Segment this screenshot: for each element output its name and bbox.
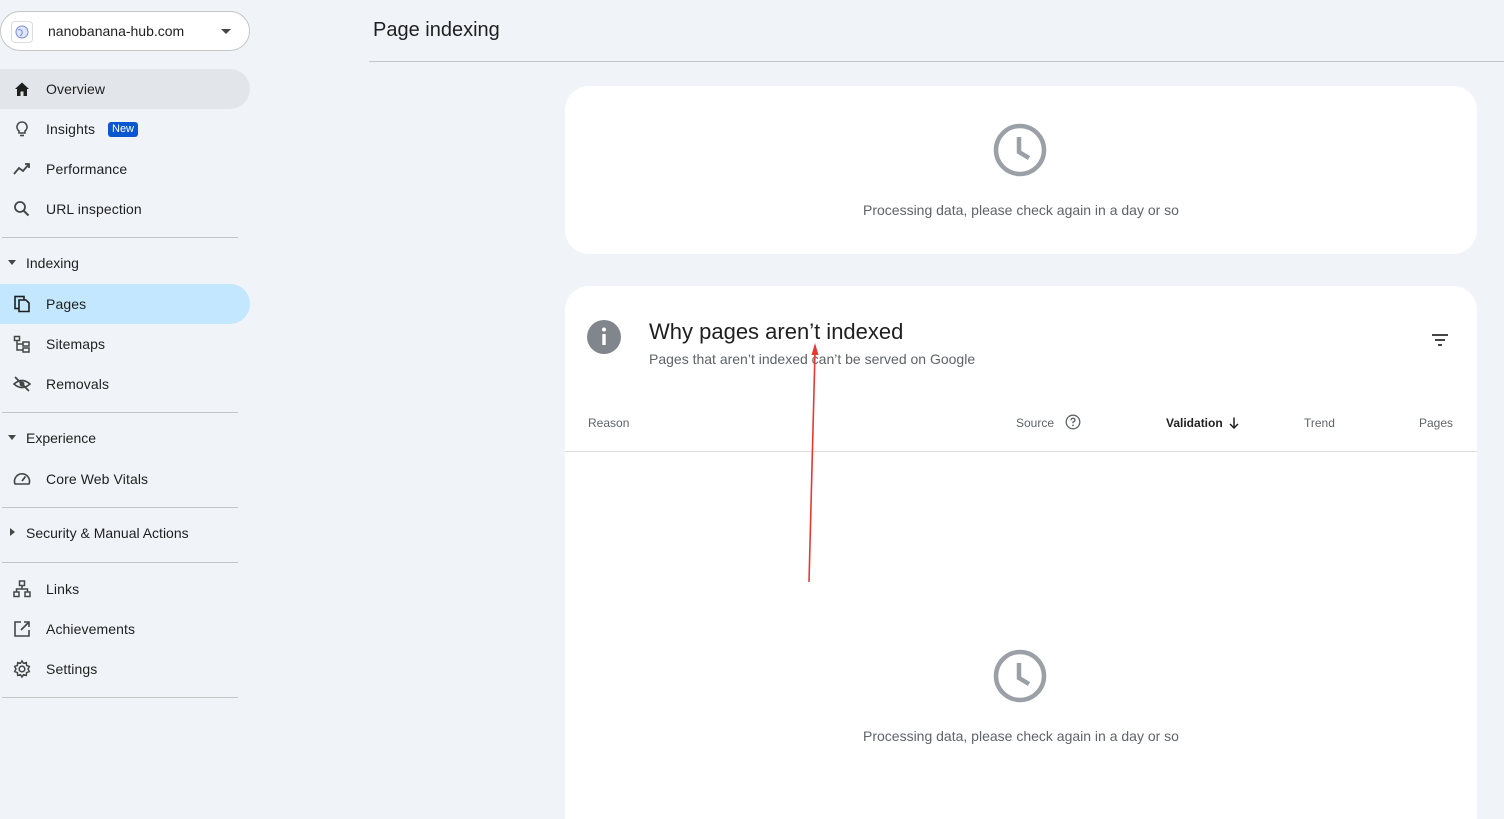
sidebar-item-removals[interactable]: Removals bbox=[0, 364, 250, 404]
column-header-pages[interactable]: Pages bbox=[1419, 416, 1453, 430]
sidebar-item-label: Settings bbox=[46, 661, 98, 677]
speed-icon bbox=[13, 473, 31, 485]
sidebar-item-links[interactable]: Links bbox=[0, 569, 250, 609]
sidebar-item-label: Core Web Vitals bbox=[46, 471, 149, 487]
sidebar-item-label: URL inspection bbox=[46, 201, 142, 217]
pages-icon bbox=[14, 295, 30, 313]
column-header-reason[interactable]: Reason bbox=[588, 416, 629, 430]
arrow-down-icon bbox=[1229, 417, 1239, 430]
new-badge: New bbox=[108, 122, 139, 137]
sidebar-item-overview[interactable]: Overview bbox=[0, 69, 250, 109]
help-icon[interactable] bbox=[1065, 414, 1081, 430]
search-icon bbox=[14, 201, 30, 217]
sidebar-item-url-inspection[interactable]: URL inspection bbox=[0, 189, 250, 229]
header-divider bbox=[369, 61, 1504, 62]
caret-right-icon bbox=[10, 528, 15, 536]
sidebar-item-label: Links bbox=[46, 581, 80, 597]
sidebar-item-label: Insights bbox=[46, 121, 96, 137]
property-selector[interactable]: nanobanana-hub.com bbox=[0, 11, 250, 51]
column-header-source[interactable]: Source bbox=[1016, 416, 1054, 430]
sidebar-item-label: Performance bbox=[46, 161, 128, 177]
sidebar: nanobanana-hub.com Overview Insights New… bbox=[0, 0, 260, 819]
sidebar-item-label: Sitemaps bbox=[46, 336, 106, 352]
processing-message: Processing data, please check again in a… bbox=[863, 728, 1179, 744]
sidebar-divider bbox=[2, 562, 238, 563]
column-header-validation[interactable]: Validation bbox=[1166, 416, 1223, 430]
info-icon bbox=[587, 320, 621, 354]
filter-button[interactable] bbox=[1425, 328, 1455, 352]
sidebar-item-achievements[interactable]: Achievements bbox=[0, 609, 250, 649]
section-label: Indexing bbox=[26, 255, 79, 271]
sidebar-item-core-web-vitals[interactable]: Core Web Vitals bbox=[0, 459, 250, 499]
sidebar-section-security[interactable]: Security & Manual Actions bbox=[0, 519, 250, 549]
table-header-divider bbox=[565, 451, 1477, 452]
clock-icon bbox=[993, 649, 1047, 703]
sidebar-item-pages[interactable]: Pages bbox=[0, 284, 250, 324]
links-tree-icon bbox=[13, 580, 31, 598]
sidebar-divider bbox=[2, 237, 238, 238]
section-label: Experience bbox=[26, 430, 97, 446]
card-subtitle: Pages that aren’t indexed can’t be serve… bbox=[649, 351, 976, 367]
sidebar-item-performance[interactable]: Performance bbox=[0, 149, 250, 189]
column-header-trend[interactable]: Trend bbox=[1304, 416, 1335, 430]
sidebar-section-indexing[interactable]: Indexing bbox=[0, 249, 250, 279]
sidebar-divider bbox=[2, 697, 238, 698]
sidebar-item-insights[interactable]: Insights New bbox=[0, 109, 250, 149]
sidebar-divider bbox=[2, 507, 238, 508]
home-icon bbox=[15, 82, 29, 96]
search-console-app: nanobanana-hub.com Overview Insights New… bbox=[0, 0, 1504, 819]
summary-card: Processing data, please check again in a… bbox=[565, 86, 1477, 254]
sidebar-item-label: Removals bbox=[46, 376, 110, 392]
visibility-off-icon bbox=[12, 376, 32, 392]
sidebar-item-sitemaps[interactable]: Sitemaps bbox=[0, 324, 250, 364]
sidebar-item-label: Overview bbox=[46, 81, 106, 97]
globe-icon bbox=[11, 21, 33, 43]
sidebar-item-label: Achievements bbox=[46, 621, 136, 637]
sitemap-icon bbox=[13, 335, 30, 353]
gear-icon bbox=[13, 659, 31, 679]
reasons-card: Why pages aren’t indexed Pages that aren… bbox=[565, 286, 1477, 819]
card-title: Why pages aren’t indexed bbox=[649, 319, 904, 344]
filter-icon bbox=[1432, 334, 1448, 346]
clock-icon bbox=[993, 123, 1047, 177]
page-title: Page indexing bbox=[373, 19, 500, 41]
sidebar-section-experience[interactable]: Experience bbox=[0, 424, 250, 454]
chevron-down-icon bbox=[221, 29, 231, 34]
open-in-new-icon bbox=[14, 621, 30, 637]
sidebar-item-label: Pages bbox=[46, 296, 87, 312]
property-name: nanobanana-hub.com bbox=[48, 23, 185, 39]
caret-down-icon bbox=[8, 435, 16, 440]
processing-message: Processing data, please check again in a… bbox=[863, 202, 1179, 218]
sidebar-item-settings[interactable]: Settings bbox=[0, 649, 250, 689]
lightbulb-icon bbox=[16, 121, 28, 137]
sidebar-divider bbox=[2, 412, 238, 413]
caret-down-icon bbox=[8, 260, 16, 265]
section-label: Security & Manual Actions bbox=[26, 525, 189, 541]
trending-up-icon bbox=[13, 163, 30, 175]
